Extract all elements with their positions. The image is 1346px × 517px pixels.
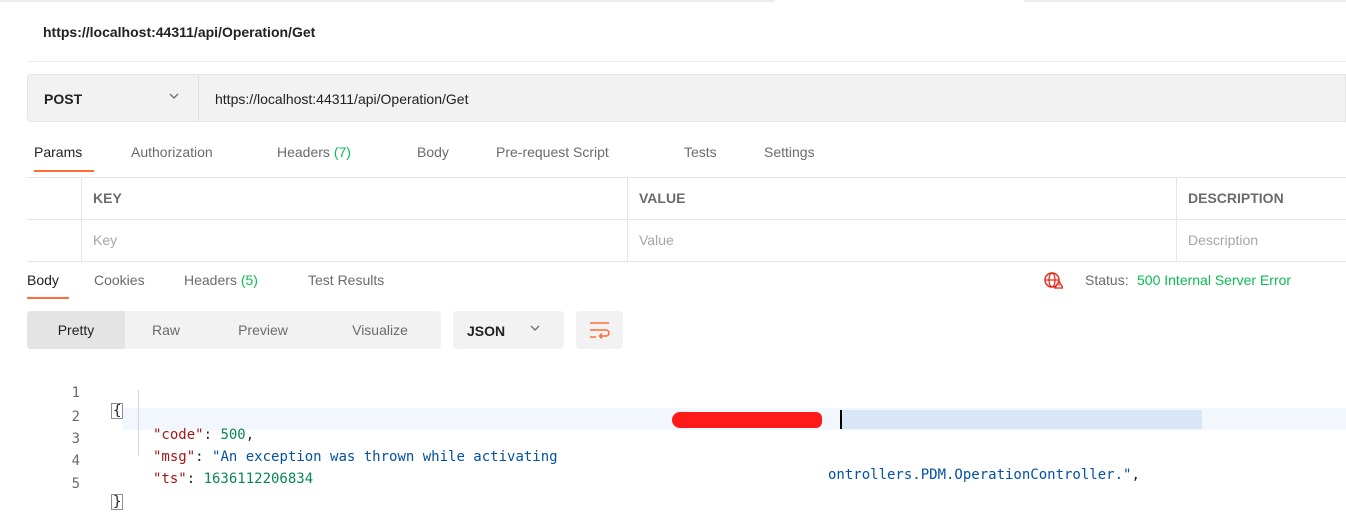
- status-value: 500 Internal Server Error: [1137, 272, 1292, 288]
- redaction-mark: [672, 412, 822, 428]
- code-line: 4 "ts": 1636112206834: [0, 434, 1346, 487]
- tab-label: Body: [27, 272, 59, 288]
- tab-params[interactable]: Params: [34, 144, 82, 160]
- tab-label: Tests: [684, 144, 717, 160]
- code-line: 1 {: [0, 366, 1346, 419]
- code-line: 5 }: [0, 457, 1346, 510]
- line-number: 5: [71, 476, 80, 492]
- raw-button[interactable]: Raw: [125, 311, 207, 349]
- key-input[interactable]: Key: [82, 220, 117, 261]
- active-tab-indicator: [27, 297, 69, 299]
- tab-test-results[interactable]: Test Results: [308, 272, 384, 288]
- tab-label: Pre-request Script: [496, 144, 609, 160]
- format-label: JSON: [467, 323, 506, 339]
- tab-count: (5): [240, 272, 258, 288]
- params-table: KEY VALUE DESCRIPTION Key Value Descript…: [27, 177, 1346, 262]
- tab-label: Params: [34, 144, 83, 160]
- column-divider: [81, 178, 82, 262]
- tab-label: Body: [417, 144, 449, 160]
- visualize-button[interactable]: Visualize: [319, 311, 441, 349]
- chevron-down-icon: [168, 90, 180, 105]
- tab-body[interactable]: Body: [417, 144, 449, 160]
- tab-headers[interactable]: Headers (7): [277, 144, 351, 160]
- text-cursor: [840, 410, 842, 429]
- column-divider: [627, 178, 628, 262]
- tab-label: Headers: [184, 272, 237, 288]
- column-header-key: KEY: [93, 190, 122, 206]
- tab-authorization[interactable]: Authorization: [131, 144, 213, 160]
- method-select[interactable]: POST: [28, 75, 198, 121]
- tab-label: Authorization: [131, 144, 213, 160]
- tab-label: Headers: [277, 144, 330, 160]
- description-input[interactable]: Description: [1177, 220, 1258, 261]
- top-strip-segment: [0, 0, 775, 2]
- request-title[interactable]: https://localhost:44311/api/Operation/Ge…: [43, 24, 315, 40]
- tab-count: (7): [333, 144, 351, 160]
- preview-button[interactable]: Preview: [207, 311, 319, 349]
- wrap-lines-icon: [590, 322, 610, 340]
- status-label: Status:: [1085, 272, 1129, 288]
- top-strip-segment: [1024, 0, 1346, 2]
- format-select[interactable]: JSON: [453, 311, 564, 349]
- tab-label: Settings: [764, 144, 815, 160]
- wrap-lines-button[interactable]: [576, 311, 623, 349]
- table-row: Key Value Description: [27, 220, 1346, 262]
- tab-settings[interactable]: Settings: [764, 144, 815, 160]
- code-line: 2 "code": 500,: [0, 390, 1346, 443]
- value-input[interactable]: Value: [628, 220, 674, 261]
- divider: [198, 75, 199, 121]
- tab-cookies[interactable]: Cookies: [94, 272, 145, 288]
- tab-response-body[interactable]: Body: [27, 272, 59, 288]
- url-input[interactable]: https://localhost:44311/api/Operation/Ge…: [215, 91, 468, 107]
- column-header-value: VALUE: [639, 190, 686, 206]
- divider: [27, 61, 1346, 62]
- tab-label: Cookies: [94, 272, 145, 288]
- top-strip: [0, 0, 1346, 6]
- column-divider: [1176, 178, 1177, 262]
- close-brace: }: [111, 494, 124, 510]
- tab-tests[interactable]: Tests: [684, 144, 717, 160]
- method-label: POST: [44, 91, 83, 107]
- view-mode-group: Pretty Raw Preview Visualize: [27, 311, 441, 349]
- chevron-down-icon: [529, 322, 541, 337]
- tab-pre-request-script[interactable]: Pre-request Script: [496, 144, 609, 160]
- column-header-description: DESCRIPTION: [1188, 190, 1284, 206]
- url-bar: POST https://localhost:44311/api/Operati…: [27, 74, 1346, 122]
- pretty-button[interactable]: Pretty: [27, 311, 125, 349]
- globe-error-icon[interactable]: [1043, 271, 1065, 289]
- tab-label: Test Results: [308, 272, 385, 288]
- active-tab-indicator: [34, 170, 94, 172]
- tab-response-headers[interactable]: Headers (5): [184, 272, 258, 288]
- table-header-row: KEY VALUE DESCRIPTION: [27, 178, 1346, 220]
